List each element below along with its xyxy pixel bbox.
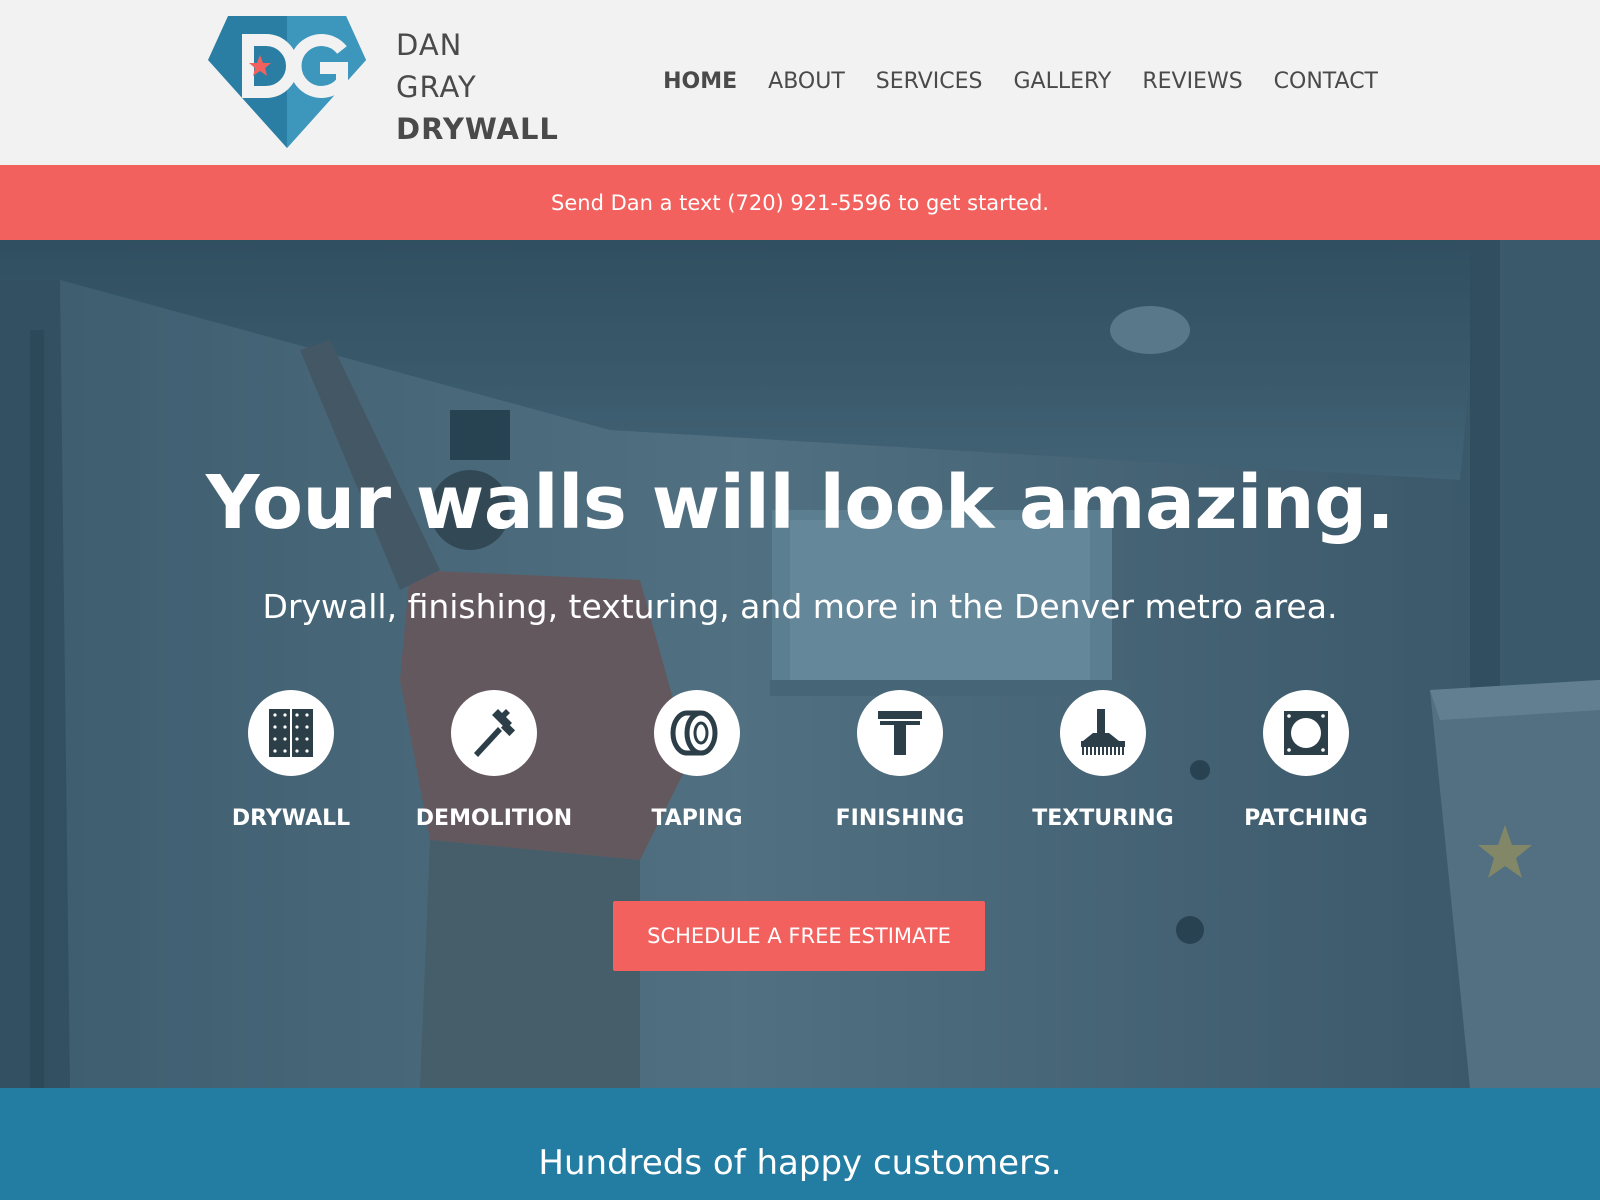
site-header: DAN GRAY DRYWALL HOME ABOUT SERVICES GAL…	[0, 0, 1600, 165]
hero-subtitle: Drywall, finishing, texturing, and more …	[262, 587, 1338, 626]
customers-section: Hundreds of happy customers.	[0, 1088, 1600, 1200]
services-list: DRYWALL DEMOLITION TAPING FINISHING TEXT…	[0, 690, 1600, 850]
logo-line-gray: GRAY	[396, 70, 477, 104]
service-texturing-badge	[1060, 690, 1146, 776]
service-demolition[interactable]: DEMOLITION	[394, 690, 594, 834]
service-finishing-badge	[857, 690, 943, 776]
service-patching[interactable]: PATCHING	[1206, 690, 1406, 834]
texture-brush-icon	[1081, 709, 1125, 755]
hammer-icon	[474, 709, 516, 757]
schedule-estimate-button[interactable]: SCHEDULE A FREE ESTIMATE	[613, 901, 985, 971]
service-patching-badge	[1263, 690, 1349, 776]
hero-section: Your walls will look amazing. Drywall, f…	[0, 240, 1600, 1088]
service-finishing[interactable]: FINISHING	[800, 690, 1000, 834]
patch-icon	[1284, 711, 1328, 755]
service-texturing-label: TEXTURING	[1032, 806, 1174, 831]
tape-roll-icon	[670, 710, 718, 756]
logo-link[interactable]: DAN GRAY DRYWALL	[208, 16, 568, 148]
logo-wordmark: DAN GRAY DRYWALL	[396, 24, 559, 150]
nav-item-reviews[interactable]: REVIEWS	[1142, 62, 1242, 102]
drywall-panel-icon	[269, 709, 313, 757]
hero-title: Your walls will look amazing.	[205, 460, 1395, 546]
service-taping-label: TAPING	[651, 806, 743, 831]
service-drywall-label: DRYWALL	[231, 806, 351, 831]
service-finishing-label: FINISHING	[835, 806, 965, 831]
nav-item-gallery[interactable]: GALLERY	[1013, 62, 1111, 102]
announcement-bar: Send Dan a text (720) 921-5596 to get st…	[0, 165, 1600, 240]
announcement-text[interactable]: Send Dan a text (720) 921-5596 to get st…	[551, 191, 1049, 215]
logo-line-drywall: DRYWALL	[396, 112, 559, 146]
service-drywall-badge	[248, 690, 334, 776]
dg-diamond-logo-icon	[208, 16, 366, 148]
customers-heading: Hundreds of happy customers.	[538, 1143, 1062, 1183]
service-demolition-label: DEMOLITION	[415, 806, 573, 831]
service-taping-badge	[654, 690, 740, 776]
logo-line-dan: DAN	[396, 28, 463, 62]
service-patching-label: PATCHING	[1244, 806, 1368, 831]
nav-item-home[interactable]: HOME	[663, 62, 737, 102]
trowel-icon	[878, 711, 922, 755]
service-demolition-badge	[451, 690, 537, 776]
nav-item-about[interactable]: ABOUT	[768, 62, 845, 102]
service-texturing[interactable]: TEXTURING	[1003, 690, 1203, 834]
main-nav: HOME ABOUT SERVICES GALLERY REVIEWS CONT…	[663, 62, 1378, 102]
service-drywall[interactable]: DRYWALL	[191, 690, 391, 834]
service-taping[interactable]: TAPING	[597, 690, 797, 834]
nav-item-contact[interactable]: CONTACT	[1274, 62, 1378, 102]
nav-item-services[interactable]: SERVICES	[876, 62, 983, 102]
